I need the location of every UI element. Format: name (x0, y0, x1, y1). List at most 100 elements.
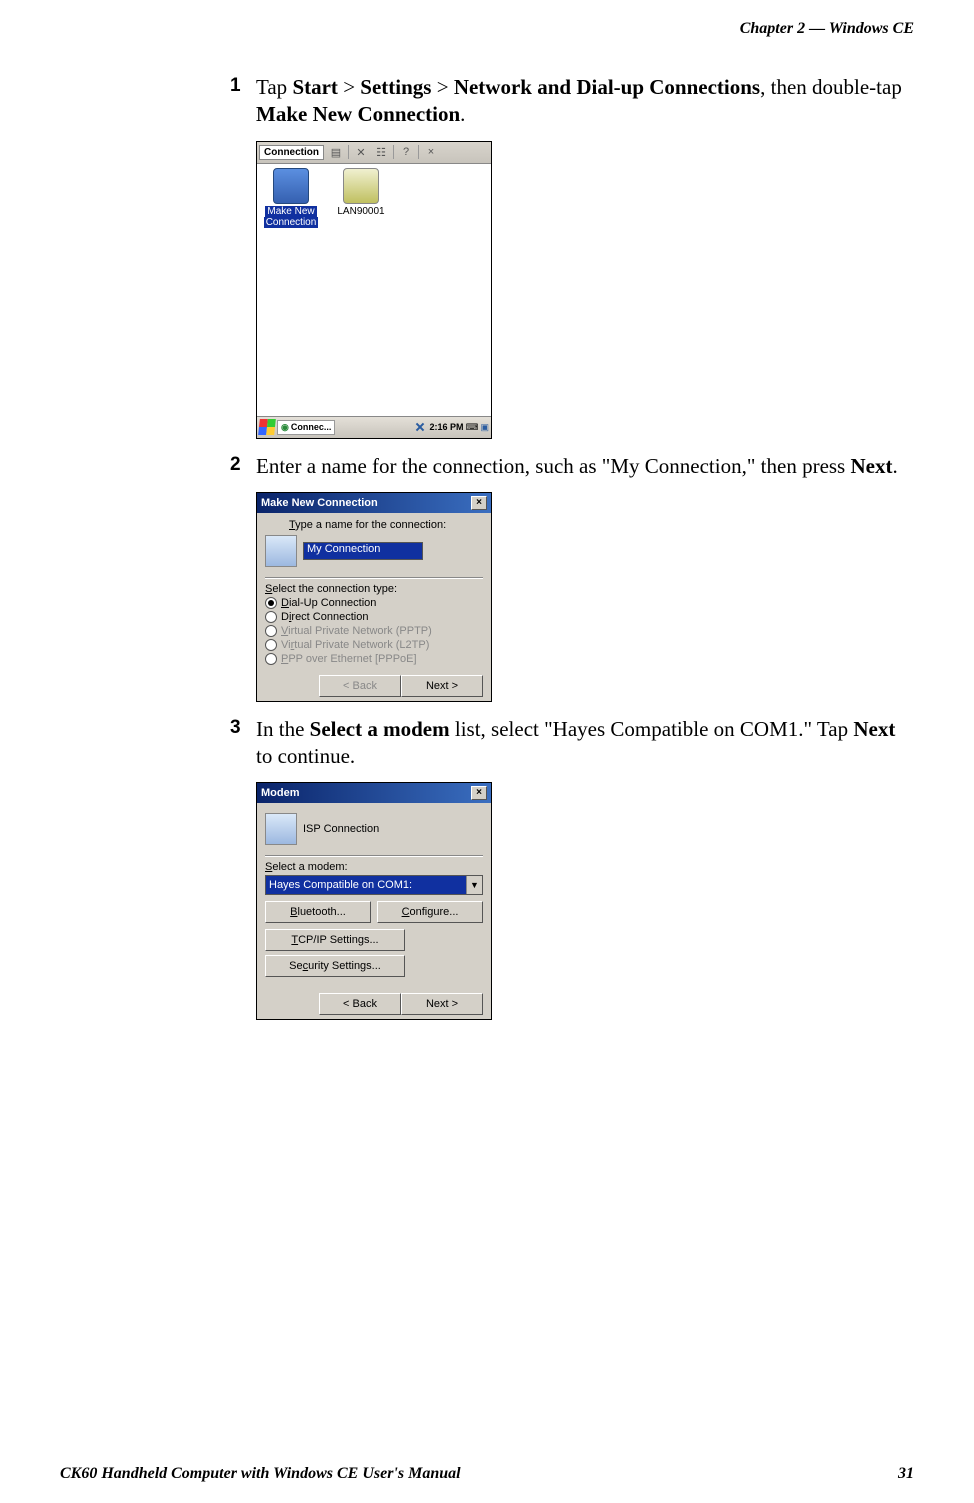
taskbar: ◉ Connec... 2:16 PM ⌨ ▣ (257, 416, 491, 438)
step-1-end: . (460, 102, 465, 126)
security-pre: Se (289, 960, 302, 972)
step-3-pre: In the (256, 717, 310, 741)
radio-direct[interactable]: Direct Connection (265, 611, 483, 623)
screenshot-make-new-connection: Make New Connection × Type a name for th… (256, 492, 492, 702)
step-1-makenew: Make New Connection (256, 102, 460, 126)
radio-pppoe: PPP over Ethernet [PPPoE] (265, 653, 483, 665)
lan-glyph (343, 168, 379, 204)
modem-close-button[interactable]: × (471, 786, 487, 800)
screenshot-connection-window: Connection ▤ ✕ ☷ ? × Make New Connection… (256, 141, 492, 439)
connection-title: Connection (259, 145, 324, 160)
back-button: < Back (319, 675, 401, 697)
radio-vpn-pptp: Virtual Private Network (PPTP) (265, 625, 483, 637)
radio-vpn-l2tp-rest: tual Private Network (L2TP) (294, 639, 429, 651)
taskbar-connection-label: Connec... (291, 422, 332, 432)
radio-pppoe-label: PPP over Ethernet [PPPoE] (281, 653, 417, 665)
security-button[interactable]: Security Settings... (265, 955, 405, 977)
configure-button[interactable]: Configure... (377, 901, 483, 923)
screenshot-modem-dialog: Modem × ISP Connection Select a modem: H… (256, 782, 492, 1020)
radio-direct-rest: rect Connection (291, 611, 368, 623)
step-2-text: Enter a name for the connection, such as… (256, 453, 910, 480)
page-header-chapter: Chapter 2 — Windows CE (740, 20, 914, 38)
type-name-rest: ype a name for the connection: (295, 519, 446, 531)
security-rest: urity Settings... (308, 960, 381, 972)
make-new-connection-icon[interactable]: Make New Connection (259, 168, 323, 228)
step-1-pre: Tap (256, 75, 292, 99)
footer-manual-title: CK60 Handheld Computer with Windows CE U… (60, 1465, 461, 1483)
modem-divider (265, 855, 483, 857)
tcpip-button[interactable]: TCP/IP Settings... (265, 929, 405, 951)
modem-dropdown[interactable]: Hayes Compatible on COM1: ▼ (265, 875, 483, 895)
radio-vpn-l2tp: Virtual Private Network (L2TP) (265, 639, 483, 651)
system-tray: 2:16 PM ⌨ ▣ (413, 420, 489, 434)
connection-icon (265, 535, 297, 567)
makenew-title: Make New Connection (261, 497, 378, 509)
step-2-end: . (892, 454, 897, 478)
isp-connection-label: ISP Connection (303, 823, 379, 835)
modem-body: ISP Connection Select a modem: Hayes Com… (257, 803, 491, 1019)
lan90001-icon[interactable]: LAN90001 (329, 168, 393, 217)
modem-icon (265, 813, 297, 845)
step-2-number: 2 (230, 453, 256, 480)
radio-dialup-label: Dial-Up Connection (281, 597, 376, 609)
divider (265, 577, 483, 579)
configure-rest: onfigure... (410, 906, 459, 918)
connection-body: Make New Connection LAN90001 (257, 164, 491, 416)
radio-dialup[interactable]: Dial-Up Connection (265, 597, 483, 609)
connection-name-row: My Connection (265, 535, 483, 567)
step-3-selectmodem: Select a modem (310, 717, 450, 741)
make-new-connection-glyph (273, 168, 309, 204)
view-icon[interactable]: ▤ (328, 144, 344, 160)
step-2-next: Next (850, 454, 892, 478)
close-icon[interactable]: × (423, 144, 439, 160)
modem-btn-row-1: Bluetooth... Configure... (265, 901, 483, 923)
radio-vpn-pptp-rest: irtual Private Network (PPTP) (288, 625, 432, 637)
properties-icon[interactable]: ☷ (373, 144, 389, 160)
next-button[interactable]: Next > (401, 675, 483, 697)
radio-vpn-pptp-label: Virtual Private Network (PPTP) (281, 625, 432, 637)
step-3: 3 In the Select a modem list, select "Ha… (230, 716, 910, 771)
radio-pppoe-circle (265, 653, 277, 665)
radio-dialup-accel: D (281, 597, 289, 609)
select-type-label: Select the connection type: (265, 583, 483, 595)
clock: 2:16 PM (429, 422, 463, 432)
start-button[interactable] (258, 419, 276, 435)
radio-vpn-l2tp-pre: Vi (281, 639, 291, 651)
make-new-label-2: Connection (264, 217, 319, 228)
step-1-sep2: > (431, 75, 453, 99)
close-button[interactable]: × (471, 496, 487, 510)
delete-icon[interactable]: ✕ (353, 144, 369, 160)
bluetooth-accel: B (290, 906, 297, 918)
step-2-pre: Enter a name for the connection, such as… (256, 454, 850, 478)
modem-back-button[interactable]: < Back (319, 993, 401, 1015)
step-1-settings: Settings (360, 75, 431, 99)
network-tray-icon[interactable] (413, 420, 427, 434)
desktop-tray-icon[interactable]: ▣ (480, 422, 489, 433)
toolbar-separator-3 (418, 145, 419, 159)
help-icon[interactable]: ? (398, 144, 414, 160)
radio-vpn-l2tp-circle (265, 639, 277, 651)
radio-pppoe-rest: PP over Ethernet [PPPoE] (288, 653, 416, 665)
makenew-button-row: < Back Next > (265, 675, 483, 697)
taskbar-connection-button[interactable]: ◉ Connec... (277, 420, 335, 435)
modem-title: Modem (261, 787, 300, 799)
connection-name-input[interactable]: My Connection (303, 542, 423, 560)
makenew-titlebar: Make New Connection × (257, 493, 491, 513)
step-1-sep1: > (338, 75, 360, 99)
configure-accel: C (402, 906, 410, 918)
step-1-start: Start (292, 75, 338, 99)
bluetooth-button[interactable]: Bluetooth... (265, 901, 371, 923)
modem-titlebar: Modem × (257, 783, 491, 803)
step-1-network: Network and Dial-up Connections (454, 75, 760, 99)
radio-dialup-circle (265, 597, 277, 609)
page-footer: CK60 Handheld Computer with Windows CE U… (60, 1465, 914, 1483)
connection-titlebar: Connection ▤ ✕ ☷ ? × (257, 142, 491, 164)
step-3-end: to continue. (256, 744, 355, 768)
keyboard-tray-icon[interactable]: ⌨ (465, 422, 478, 433)
radio-direct-circle (265, 611, 277, 623)
step-3-next: Next (853, 717, 895, 741)
radio-vpn-pptp-circle (265, 625, 277, 637)
modem-next-button[interactable]: Next > (401, 993, 483, 1015)
make-new-label-1: Make New (265, 206, 316, 217)
type-name-label: Type a name for the connection: (289, 519, 483, 531)
